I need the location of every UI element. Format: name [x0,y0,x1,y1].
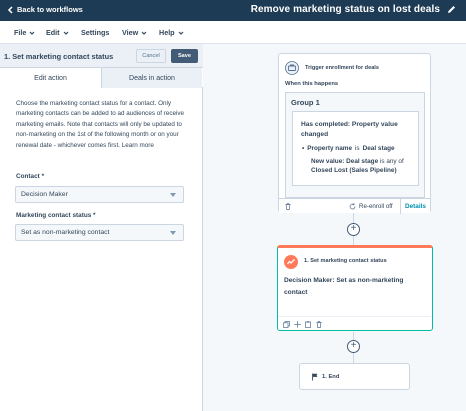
add-action-button[interactable]: + [347,340,360,353]
property-is: is [355,145,360,152]
copy-icon[interactable] [283,321,290,328]
contact-select[interactable]: Decision Maker [15,186,184,203]
chevron-down-icon [63,31,69,35]
save-button[interactable]: Save [171,49,198,63]
menu-help-label: Help [159,28,175,37]
back-to-workflows-link[interactable]: Back to workflows [7,5,83,14]
menu-settings-label: Settings [81,28,110,37]
top-bar: Back to workflows Remove marketing statu… [0,0,466,21]
new-value-label: New value: Deal stage [311,158,379,165]
action-body: Decision Maker: Set as non-marketing con… [284,275,424,299]
status-select-value: Set as non-marketing contact [21,229,110,236]
action-header: 1. Set marketing contact status [304,258,387,264]
menu-help[interactable]: Help [159,28,184,37]
action-toolbar [278,316,431,331]
tab-edit-action[interactable]: Edit action [0,68,101,88]
trash-icon[interactable] [285,203,291,210]
status-label: Marketing contact status * [16,212,96,219]
chevron-down-icon [178,31,184,35]
menu-edit[interactable]: Edit [46,28,69,37]
cancel-button[interactable]: Cancel [136,49,166,63]
panel-title: 1. Set marketing contact status [4,52,114,61]
trash-icon[interactable] [316,321,322,328]
refresh-icon [349,203,356,210]
end-label: 1. End [322,374,340,380]
filter-condition[interactable]: Has completed: Property value changed • … [292,111,419,186]
description-text: Choose the marketing contact status for … [16,100,185,149]
menu-settings[interactable]: Settings [81,28,109,37]
pencil-icon[interactable] [447,5,456,14]
flag-icon [312,373,318,381]
trigger-group: Group 1 Has completed: Property value ch… [285,92,425,198]
end-card[interactable]: 1. End [299,363,410,390]
action-editor-panel: 1. Set marketing contact status Cancel S… [0,44,203,411]
property-value: Deal stage [362,145,395,152]
new-value-val: Closed Lost (Sales Pipeline) [311,167,397,175]
menu-view[interactable]: View [122,28,147,37]
clipboard-icon[interactable] [305,321,311,328]
status-select[interactable]: Set as non-marketing contact [15,224,184,241]
action-description: Choose the marketing contact status for … [16,99,192,151]
condition-title: Has completed: Property value changed [301,121,398,138]
new-value-text: New value: Deal stage is any of Closed L… [311,157,416,176]
chevron-down-icon [29,31,35,35]
contact-status-icon [284,255,298,269]
panel-header: 1. Set marketing contact status Cancel S… [0,44,203,68]
trigger-when-label: When this happens [285,81,339,87]
menu-edit-label: Edit [46,28,60,37]
group-title: Group 1 [291,98,320,107]
contact-label: Contact * [16,173,45,180]
caret-down-icon [170,193,176,197]
chevron-left-icon [7,5,13,14]
menu-view-label: View [122,28,139,37]
move-icon[interactable] [294,321,301,328]
details-link[interactable]: Details [405,203,426,210]
new-value-mid: is any of [379,158,404,165]
property-row: • Property name is Deal stage [302,145,395,152]
chevron-down-icon [141,31,147,35]
footer-divider [400,199,401,214]
panel-tabs: Edit action Deals in action [0,68,203,88]
menu-file[interactable]: File [14,28,35,37]
bullet-icon: • [302,145,305,152]
action-card[interactable]: 1. Set marketing contact status Decision… [277,245,433,331]
workflow-canvas[interactable]: Trigger enrollment for deals When this h… [204,44,466,411]
menu-bar: File Edit Settings View Help [0,21,466,44]
workflow-title[interactable]: Remove marketing status on lost deals [251,4,440,15]
trigger-header: Trigger enrollment for deals [305,65,379,71]
caret-down-icon [170,231,176,235]
contact-select-value: Decision Maker [21,191,68,198]
menu-file-label: File [14,28,27,37]
back-label: Back to workflows [17,5,83,14]
reenroll-status[interactable]: Re-enroll off [359,203,393,210]
trigger-card[interactable]: Trigger enrollment for deals When this h… [278,53,431,214]
trigger-footer: Re-enroll off Details [279,198,430,214]
deal-icon [285,61,299,75]
add-action-button[interactable]: + [347,223,360,236]
action-body-contact: Decision Maker [284,277,333,284]
tab-deals-in-action[interactable]: Deals in action [101,68,202,88]
learn-more-link[interactable]: Learn more [122,142,154,149]
property-prefix: Property name [307,145,353,152]
